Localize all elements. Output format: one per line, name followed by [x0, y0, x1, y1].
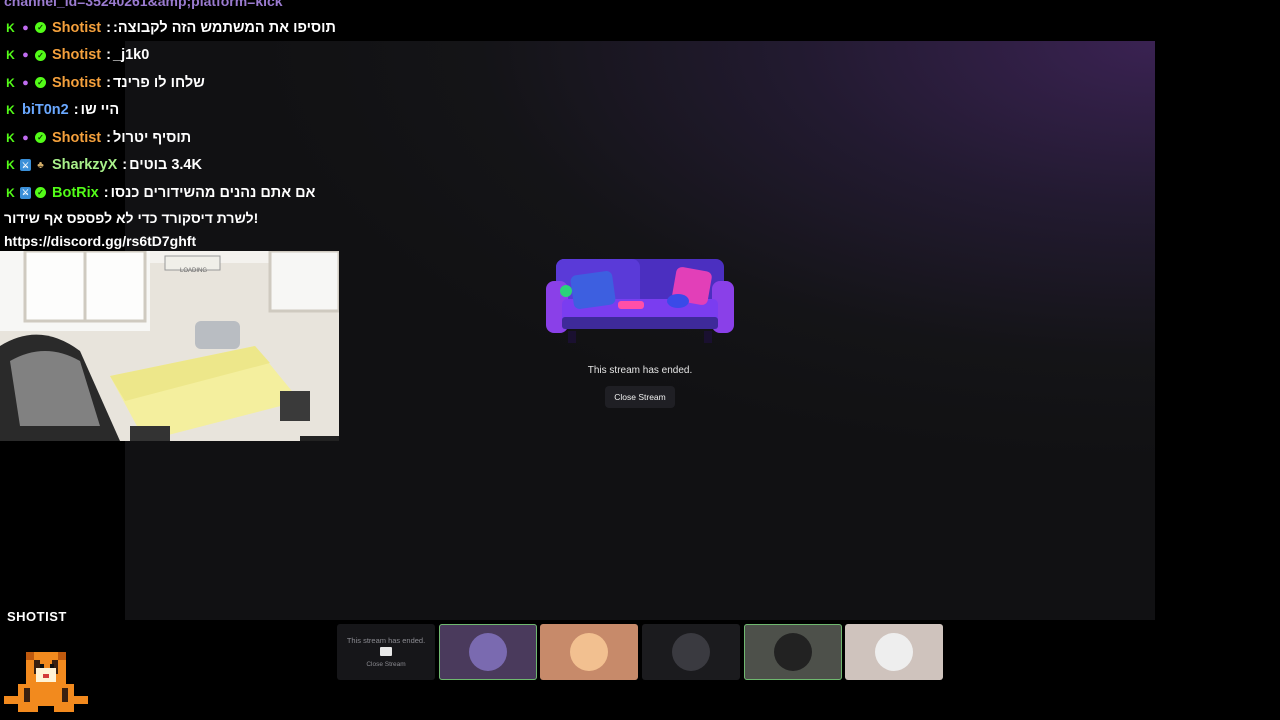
- participant-avatar: [672, 633, 710, 671]
- chat-separator: :: [106, 19, 111, 36]
- chat-username[interactable]: Shotist: [52, 130, 101, 146]
- chat-message: K ● ✓ Shotist: שלחו לו פרינד: [0, 69, 420, 97]
- chat-separator: :: [122, 157, 128, 174]
- chat-separator: :: [106, 47, 111, 64]
- chat-message: K ⚔ ♣ SharkzyX: 3.4K בוטים: [0, 152, 420, 180]
- chat-continuation: לשרת דיסקורד כדי לא לפספס אף שידור!: [4, 210, 259, 226]
- mic-icon: ●: [22, 131, 29, 144]
- chat-text: תוסיף יטרול: [112, 129, 192, 146]
- participant-thumbnail[interactable]: [439, 624, 537, 680]
- verified-icon: ✓: [35, 132, 46, 144]
- chat-separator: :: [73, 102, 79, 119]
- chat-header-url: channel_id=35240261&amp;platform=kick: [4, 0, 283, 9]
- participant-avatar: [875, 633, 913, 671]
- chat-message: K ● ✓ Shotist: תוסיפו את המשתמש הזה לקבוצה:: [0, 14, 420, 42]
- chat-message: K ● ✓ Shotist: j1k0_: [0, 42, 420, 70]
- chat-overlay: K ● ✓ Shotist: תוסיפו את המשתמש הזה לקבוצה:…: [0, 14, 420, 253]
- chat-username[interactable]: Shotist: [52, 75, 101, 91]
- kick-icon: K: [6, 20, 15, 35]
- verified-icon: ✓: [35, 187, 46, 199]
- kick-icon: K: [6, 75, 15, 90]
- thumbnail-ended-text: This stream has ended.: [346, 636, 426, 645]
- chat-username[interactable]: Shotist: [52, 20, 101, 36]
- chat-text: היי שו: [80, 102, 120, 119]
- chat-message: K ⚔ ✓ BotRix: אם אתם נהנים מהשידורים כנסו: [0, 179, 420, 207]
- chat-username[interactable]: BotRix: [52, 185, 99, 201]
- chat-message: K ● ✓ Shotist: תוסיף יטרול: [0, 124, 420, 152]
- kick-icon: K: [6, 158, 15, 173]
- chat-text: 3.4K בוטים: [129, 157, 202, 174]
- participant-thumbnail[interactable]: [642, 624, 740, 680]
- thumbnail-close-button[interactable]: Close Stream: [337, 661, 435, 668]
- chat-text: שלחו לו פרינד: [112, 74, 205, 91]
- couch-illustration: [546, 259, 734, 343]
- close-stream-button[interactable]: Close Stream: [605, 386, 675, 408]
- chat-text: j1k0_: [112, 47, 150, 64]
- kick-icon: K: [6, 48, 15, 63]
- kick-icon: K: [6, 185, 15, 200]
- chat-username[interactable]: biT0n2: [22, 102, 69, 118]
- chat-text: אם אתם נהנים מהשידורים כנסו: [110, 184, 316, 201]
- verified-icon: ✓: [35, 77, 46, 89]
- bedroom-camera-image: LOADING: [0, 251, 339, 441]
- chat-separator: :: [106, 129, 111, 146]
- mic-icon: ●: [22, 49, 29, 62]
- participant-avatar: [570, 633, 608, 671]
- mic-icon: ●: [22, 76, 29, 89]
- webcam-feed: LOADING: [0, 251, 339, 441]
- mod-icon: ⚔: [20, 159, 31, 172]
- mic-icon: ●: [22, 21, 29, 34]
- discord-link[interactable]: https://discord.gg/rs6tD7ghft: [0, 230, 420, 253]
- participant-thumbnail[interactable]: [744, 624, 842, 680]
- participant-avatar: [774, 633, 812, 671]
- kick-icon: K: [6, 130, 15, 145]
- chat-text: תוסיפו את המשתמש הזה לקבוצה:: [112, 19, 336, 36]
- chat-separator: :: [106, 74, 111, 91]
- participant-thumbnail[interactable]: [540, 624, 638, 680]
- verified-icon: ✓: [35, 22, 46, 34]
- chat-username[interactable]: SharkzyX: [52, 157, 117, 173]
- mod-icon: ⚔: [20, 186, 31, 199]
- channel-branding: SHOTIST: [7, 609, 67, 624]
- verified-icon: ✓: [35, 49, 46, 61]
- monitor-icon: [380, 647, 392, 656]
- thumbnail-ended-stream[interactable]: This stream has ended. Close Stream: [337, 624, 435, 680]
- camera-sign-text: LOADING: [180, 268, 207, 274]
- chat-username[interactable]: Shotist: [52, 47, 101, 63]
- kick-icon: K: [6, 103, 15, 118]
- participant-thumbnail[interactable]: [845, 624, 943, 680]
- tiger-mascot-icon: [4, 652, 88, 712]
- chat-separator: :: [103, 184, 109, 201]
- participant-avatar: [469, 633, 507, 671]
- chat-message: KbiT0n2: היי שו: [0, 97, 420, 125]
- gift-icon: ♣: [37, 159, 44, 171]
